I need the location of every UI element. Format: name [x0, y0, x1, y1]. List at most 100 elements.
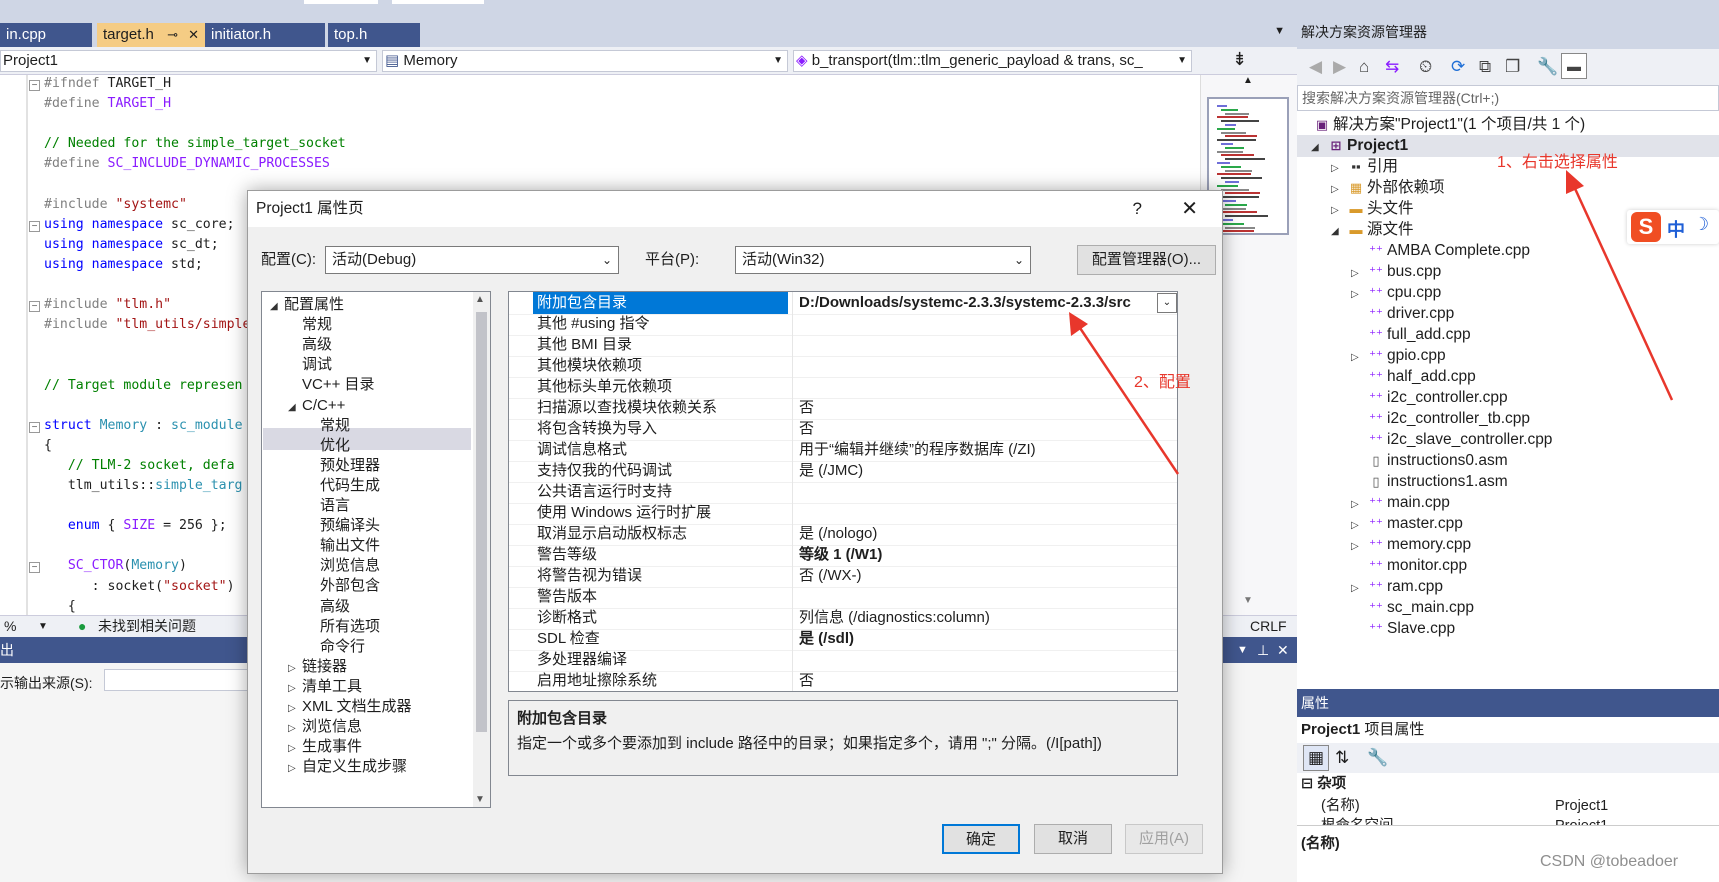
- tree-folder[interactable]: ◢ ▬ 源文件: [1331, 218, 1414, 241]
- property-value[interactable]: 是 (/JMC): [799, 460, 1175, 482]
- tree-file[interactable]: ▷ ⁺⁺ ram.cpp: [1351, 575, 1443, 598]
- property-row[interactable]: 诊断格式 列信息 (/diagnostics:column): [509, 607, 1177, 630]
- category-tree-item[interactable]: VC++ 目录: [288, 374, 375, 396]
- category-tree-item[interactable]: 常规: [306, 415, 350, 437]
- category-tree-item[interactable]: ◢ C/C++: [288, 395, 345, 417]
- tree-file[interactable]: ▷ ⁺⁺ cpu.cpp: [1351, 281, 1441, 304]
- code-line[interactable]: #define TARGET_H: [44, 96, 171, 116]
- home-icon[interactable]: ⌂: [1359, 57, 1369, 77]
- property-value[interactable]: D:/Downloads/systemc-2.3.3/systemc-2.3.3…: [799, 292, 1175, 314]
- expanded-icon[interactable]: ◢: [288, 397, 302, 419]
- code-line[interactable]: #ifndef TARGET_H: [44, 76, 171, 96]
- tree-folder[interactable]: ▷ ▪▪ 引用: [1331, 155, 1398, 178]
- category-tree-item[interactable]: 常规: [288, 314, 332, 336]
- dropdown-icon[interactable]: ▼: [1237, 637, 1248, 663]
- chevron-down-icon[interactable]: ⌄: [1157, 293, 1177, 313]
- tab-dropdown-icon[interactable]: ▼: [1274, 25, 1285, 37]
- category-tree-item[interactable]: ▷ 自定义生成步骤: [288, 756, 407, 778]
- code-line[interactable]: {: [44, 438, 52, 458]
- code-line[interactable]: // Needed for the simple_target_socket: [44, 136, 346, 156]
- scrollbar-thumb[interactable]: [476, 312, 487, 732]
- property-value[interactable]: Project1: [1555, 795, 1608, 817]
- category-tree-item[interactable]: 高级: [288, 334, 332, 356]
- tree-file[interactable]: ▷ ⁺⁺ gpio.cpp: [1351, 344, 1446, 367]
- code-line[interactable]: using namespace sc_dt;: [44, 237, 219, 257]
- scroll-up-icon[interactable]: ▲: [1243, 75, 1253, 86]
- property-grid[interactable]: 附加包含目录 D:/Downloads/systemc-2.3.3/systemc…: [508, 291, 1178, 692]
- category-tree-item[interactable]: 外部包含: [306, 575, 380, 597]
- tree-file[interactable]: ▯ instructions0.asm: [1351, 449, 1507, 472]
- code-line[interactable]: tlm_utils::simple_targ: [44, 478, 243, 498]
- tree-file[interactable]: ⁺⁺ i2c_slave_controller.cpp: [1351, 428, 1552, 451]
- chevron-down-icon[interactable]: ▼: [38, 616, 48, 637]
- platform-select[interactable]: 活动(Win32) ⌄: [735, 246, 1031, 274]
- tree-file[interactable]: ⁺⁺ i2c_controller_tb.cpp: [1351, 407, 1530, 430]
- expand-icon[interactable]: ◢: [1311, 136, 1325, 159]
- pin-icon[interactable]: ⊥: [1257, 637, 1269, 663]
- property-value[interactable]: 是 (/sdl): [799, 628, 1175, 650]
- code-line[interactable]: // TLM-2 socket, defa: [44, 458, 235, 478]
- category-tree-item[interactable]: 调试: [288, 354, 332, 376]
- expand-icon[interactable]: ▷: [288, 758, 302, 780]
- tab-target-h[interactable]: target.h ⊸ ✕: [97, 23, 205, 47]
- code-line[interactable]: using namespace std;: [44, 257, 203, 277]
- property-value[interactable]: 否 (/WX-): [799, 565, 1175, 587]
- preview-icon[interactable]: ▬: [1561, 53, 1587, 79]
- property-row[interactable]: 其他 #using 指令: [509, 313, 1177, 336]
- pending-changes-icon[interactable]: ⏲: [1419, 57, 1432, 77]
- tree-file[interactable]: ⁺⁺ sc_main.cpp: [1351, 596, 1474, 619]
- fold-toggle-icon[interactable]: −: [29, 421, 40, 433]
- property-row[interactable]: 启用地址擦除系统 否: [509, 670, 1177, 691]
- category-tree-item[interactable]: 预编译头: [306, 515, 380, 537]
- config-manager-button[interactable]: 配置管理器(O)...: [1077, 245, 1216, 275]
- category-tree-item[interactable]: 浏览信息: [306, 555, 380, 577]
- property-row[interactable]: 警告版本: [509, 586, 1177, 609]
- line-ending[interactable]: CRLF: [1250, 616, 1287, 637]
- category-tree-item[interactable]: ▷ 链接器: [288, 656, 347, 678]
- property-value[interactable]: 否: [799, 418, 1175, 440]
- category-tree-item[interactable]: 输出文件: [306, 535, 380, 557]
- property-value[interactable]: 用于“编辑并继续”的程序数据库 (/ZI): [799, 439, 1175, 461]
- switch-views-icon[interactable]: ⇆: [1385, 57, 1399, 77]
- scroll-down-icon[interactable]: ▼: [475, 794, 485, 805]
- issues-status[interactable]: 未找到相关问题: [98, 616, 196, 637]
- property-row[interactable]: 将警告视为错误 否 (/WX-): [509, 565, 1177, 588]
- tree-file[interactable]: ⁺⁺ monitor.cpp: [1351, 554, 1467, 577]
- tree-file[interactable]: ▷ ⁺⁺ master.cpp: [1351, 512, 1463, 535]
- cancel-button[interactable]: 取消: [1034, 824, 1112, 854]
- solution-search-input[interactable]: 搜索解决方案资源管理器(Ctrl+;): [1297, 85, 1719, 111]
- tree-file[interactable]: ▷ ⁺⁺ bus.cpp: [1351, 260, 1441, 283]
- alphabetical-icon[interactable]: ⇅: [1335, 748, 1349, 768]
- tree-file[interactable]: ⁺⁺ Slave.cpp: [1351, 617, 1455, 640]
- tree-file[interactable]: ⁺⁺ full_add.cpp: [1351, 323, 1470, 346]
- close-icon[interactable]: ✕: [188, 27, 199, 42]
- solution-node[interactable]: ▣ 解决方案"Project1"(1 个项目/共 1 个): [1311, 113, 1585, 136]
- collapse-all-icon[interactable]: ⧉: [1479, 57, 1491, 77]
- scope-dropdown[interactable]: ▤ Memory ▼: [382, 50, 788, 72]
- category-tree-item[interactable]: 命令行: [306, 636, 365, 658]
- ime-indicator[interactable]: S 中 ☽: [1627, 210, 1719, 244]
- pin-icon[interactable]: ⊸: [167, 27, 178, 42]
- expanded-icon[interactable]: ◢: [270, 296, 284, 318]
- project-dropdown[interactable]: Project1 ▼: [0, 50, 377, 72]
- property-row[interactable]: SDL 检查 是 (/sdl): [509, 628, 1177, 651]
- property-row[interactable]: 其他标头单元依赖项: [509, 376, 1177, 399]
- show-all-files-icon[interactable]: ❐: [1505, 57, 1520, 77]
- close-icon[interactable]: ✕: [1181, 191, 1198, 227]
- property-row[interactable]: 支持仅我的代码调试 是 (/JMC): [509, 460, 1177, 483]
- ok-button[interactable]: 确定: [942, 824, 1020, 854]
- property-row[interactable]: 附加包含目录 D:/Downloads/systemc-2.3.3/systemc…: [509, 292, 1177, 315]
- property-value[interactable]: 否: [799, 670, 1175, 691]
- zoom-level[interactable]: %: [4, 616, 16, 637]
- fold-toggle-icon[interactable]: −: [29, 301, 40, 313]
- tab-main-cpp[interactable]: in.cpp: [0, 23, 92, 47]
- property-row[interactable]: 其他模块依赖项: [509, 355, 1177, 378]
- property-value[interactable]: 等级 1 (/W1): [799, 544, 1175, 566]
- scroll-up-icon[interactable]: ▲: [475, 294, 485, 305]
- tree-file[interactable]: ▯ instructions1.asm: [1351, 470, 1507, 493]
- fold-toggle-icon[interactable]: −: [29, 562, 40, 574]
- back-icon[interactable]: ◀: [1309, 57, 1322, 77]
- property-row[interactable]: 警告等级 等级 1 (/W1): [509, 544, 1177, 567]
- tree-file[interactable]: ▷ ⁺⁺ main.cpp: [1351, 491, 1450, 514]
- fold-toggle-icon[interactable]: −: [29, 220, 40, 232]
